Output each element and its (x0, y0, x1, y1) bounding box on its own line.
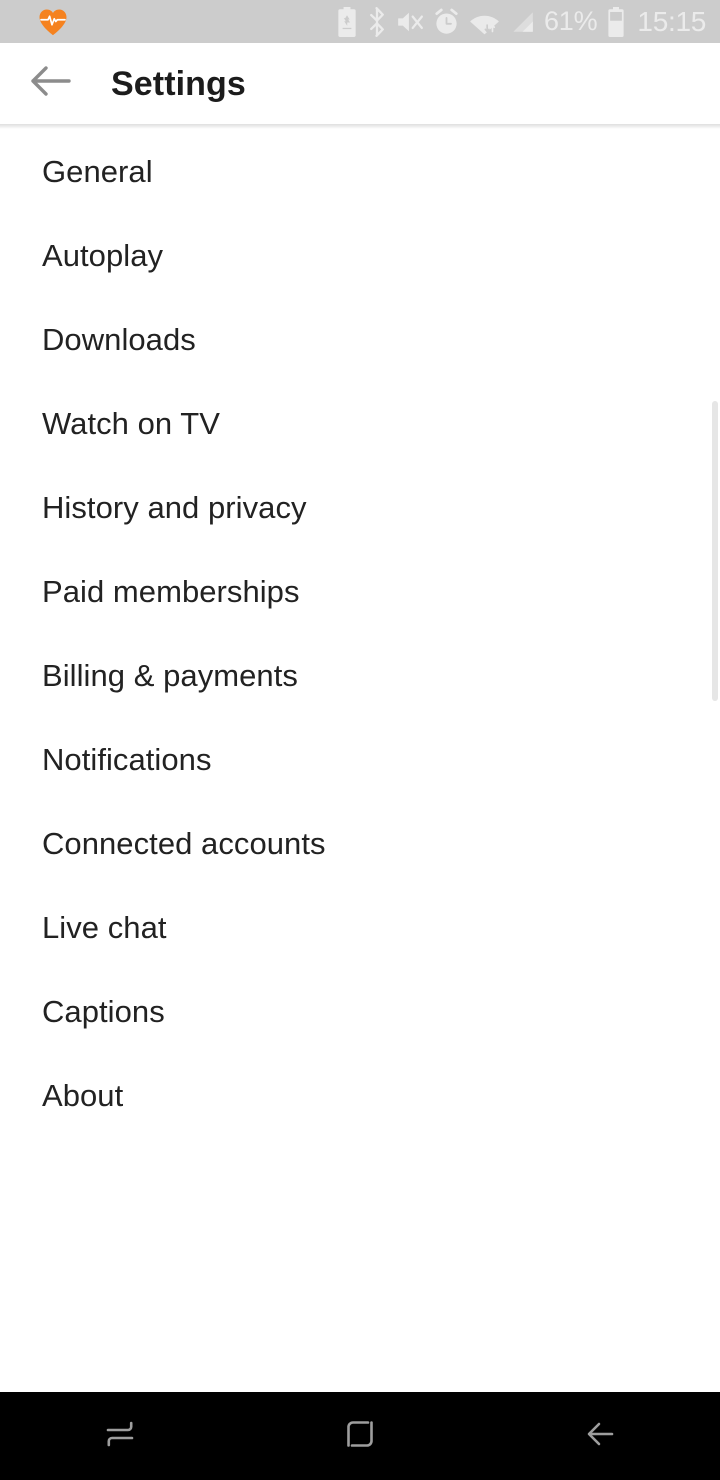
arrow-left-icon (28, 64, 72, 103)
battery-icon (606, 6, 626, 37)
settings-item-history-and-privacy[interactable]: History and privacy (0, 465, 720, 549)
list-item-label: About (42, 1077, 124, 1113)
recents-button[interactable] (0, 1392, 240, 1480)
system-navigation-bar (0, 1392, 720, 1480)
settings-list[interactable]: General Autoplay Downloads Watch on TV H… (0, 129, 720, 1392)
settings-item-about[interactable]: About (0, 1053, 720, 1137)
status-bar-clock: 15:15 (637, 5, 706, 37)
settings-item-downloads[interactable]: Downloads (0, 297, 720, 381)
page-title: Settings (111, 64, 246, 103)
scrollbar-thumb[interactable] (712, 401, 718, 701)
list-item-label: Downloads (42, 321, 196, 357)
list-item-label: Watch on TV (42, 405, 221, 441)
phone-screen: 61% 15:15 Settings General Autoplay Down… (0, 0, 720, 1480)
back-icon (577, 1411, 623, 1462)
list-item-label: Paid memberships (42, 573, 300, 609)
list-item-label: General (42, 153, 153, 189)
wifi-icon (469, 8, 500, 36)
list-item-label: Notifications (42, 741, 212, 777)
back-button-nav[interactable] (480, 1392, 720, 1480)
bluetooth-icon (367, 6, 387, 37)
list-item-label: Billing & payments (42, 657, 298, 693)
back-button[interactable] (15, 49, 85, 119)
list-item-label: Live chat (42, 909, 167, 945)
home-button[interactable] (240, 1392, 480, 1480)
volume-mute-icon (396, 8, 424, 36)
status-bar: 61% 15:15 (0, 0, 720, 43)
settings-item-notifications[interactable]: Notifications (0, 717, 720, 801)
settings-item-live-chat[interactable]: Live chat (0, 885, 720, 969)
app-bar: Settings (0, 43, 720, 124)
list-item-label: Autoplay (42, 237, 164, 273)
battery-saver-icon (336, 6, 358, 37)
scrollbar[interactable] (712, 129, 720, 1392)
settings-item-captions[interactable]: Captions (0, 969, 720, 1053)
settings-item-watch-on-tv[interactable]: Watch on TV (0, 381, 720, 465)
list-item-label: Captions (42, 993, 165, 1029)
cellular-signal-icon (509, 8, 535, 36)
settings-item-paid-memberships[interactable]: Paid memberships (0, 549, 720, 633)
list-item-label: History and privacy (42, 489, 307, 525)
status-bar-system-icons: 61% 15:15 (336, 5, 706, 37)
alarm-clock-icon (433, 8, 460, 36)
status-bar-notification-icons (38, 8, 68, 36)
recents-icon (97, 1411, 143, 1462)
settings-item-billing-and-payments[interactable]: Billing & payments (0, 633, 720, 717)
health-heartbeat-icon (38, 8, 68, 36)
battery-percentage-label: 61% (543, 6, 598, 36)
list-item-label: Connected accounts (42, 825, 326, 861)
settings-item-connected-accounts[interactable]: Connected accounts (0, 801, 720, 885)
settings-item-general[interactable]: General (0, 129, 720, 213)
home-icon (337, 1411, 383, 1462)
settings-item-autoplay[interactable]: Autoplay (0, 213, 720, 297)
